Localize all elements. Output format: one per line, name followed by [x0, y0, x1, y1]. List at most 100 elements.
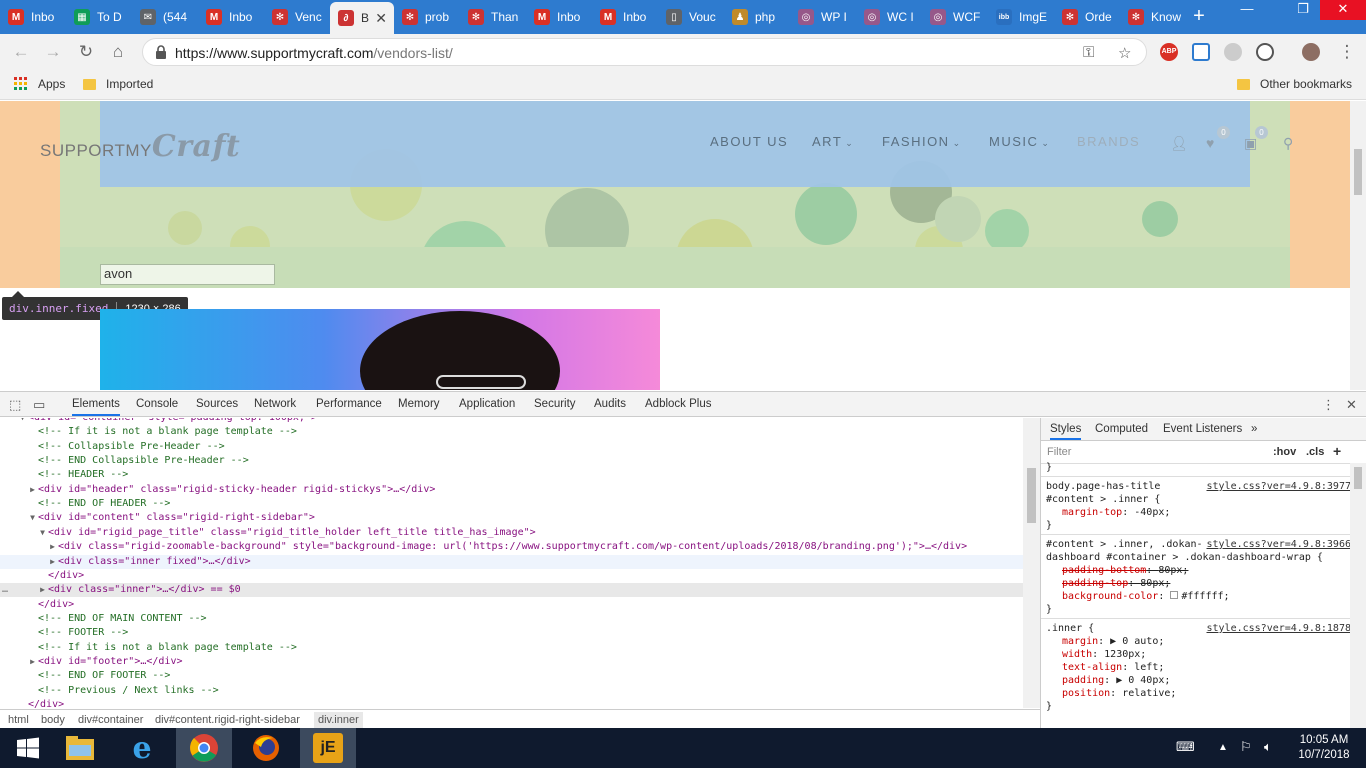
browser-tab[interactable]: ◎ WC I	[856, 3, 922, 31]
vendor-image[interactable]	[100, 309, 660, 390]
cls-toggle[interactable]: .cls	[1306, 446, 1324, 458]
wishlist-icon[interactable]: ♥	[1206, 135, 1214, 151]
devtools-tab-network[interactable]: Network	[254, 398, 296, 410]
browser-tab[interactable]: ✻ Orde	[1054, 3, 1120, 31]
tray-overflow-icon[interactable]: ▲	[1218, 742, 1228, 753]
css-property[interactable]: width: 1230px;	[1046, 648, 1351, 661]
devtools-close-icon[interactable]: ✕	[1346, 397, 1357, 413]
css-property[interactable]: padding-top: 80px;	[1046, 577, 1351, 590]
elements-scrollbar[interactable]	[1023, 418, 1040, 708]
browser-tab[interactable]: ♟ php	[724, 3, 790, 31]
rule-selector[interactable]: .inner {style.css?ver=4.9.8:1878	[1046, 622, 1351, 635]
address-bar[interactable]: https://www.supportmycraft.com/vendors-l…	[142, 38, 1147, 66]
breadcrumb-item[interactable]: html	[8, 714, 29, 726]
reload-button[interactable]: ↻	[75, 41, 97, 63]
tab-close-icon[interactable]: ✕	[375, 10, 387, 27]
bookmark-imported[interactable]: Imported	[83, 77, 153, 91]
browser-tab[interactable]: ✻ Know	[1120, 3, 1184, 31]
start-button[interactable]	[0, 728, 56, 768]
cart-icon[interactable]: ▣	[1244, 135, 1257, 152]
system-clock[interactable]: 10:05 AM 10/7/2018	[1288, 733, 1360, 763]
jedit-icon[interactable]: jE	[300, 728, 356, 768]
styles-tab-computed[interactable]: Computed	[1095, 423, 1148, 435]
devtools-tab-adblock-plus[interactable]: Adblock Plus	[645, 398, 711, 410]
css-property[interactable]: padding: ▶ 0 40px;	[1046, 674, 1351, 687]
file-explorer-icon[interactable]	[52, 728, 108, 768]
dom-node-line[interactable]: ▶ <div id="header" class="rigid-sticky-he…	[0, 483, 1023, 497]
browser-tab[interactable]: ▦ To D	[66, 3, 132, 31]
dom-node-line[interactable]: <!-- END OF HEADER -->	[0, 497, 1023, 511]
nav-item-music[interactable]: MUSIC ⌄	[989, 134, 1050, 149]
dom-node-line[interactable]: ▶ <div id="footer">…</div>	[0, 655, 1023, 669]
browser-tab[interactable]: ✻ Than	[460, 3, 526, 31]
devtools-tab-audits[interactable]: Audits	[594, 398, 626, 410]
chrome-icon[interactable]	[176, 728, 232, 768]
rule-selector[interactable]: #content > .inner {	[1046, 493, 1351, 506]
volume-icon[interactable]: 🔈︎	[1264, 739, 1272, 755]
rule-source-link[interactable]: style.css?ver=4.9.8:3966	[1207, 538, 1352, 551]
dom-node-line[interactable]: </div>	[0, 569, 1023, 583]
styles-scrollbar[interactable]	[1350, 463, 1366, 728]
styles-tab-styles[interactable]: Styles	[1050, 423, 1082, 440]
dom-node-line[interactable]: <!-- If it is not a blank page template …	[0, 641, 1023, 655]
inspect-element-icon[interactable]: ⬚	[9, 397, 21, 413]
color-swatch[interactable]	[1170, 591, 1179, 599]
dom-node-line[interactable]: ▼ <div id="content" class="rigid-right-si…	[0, 511, 1023, 525]
rule-source-link[interactable]: style.css?ver=4.9.8:3977	[1207, 480, 1352, 493]
dom-node-line[interactable]: ▼<div id="container" style="padding-top:…	[0, 418, 1023, 425]
window-close-button[interactable]: ✕	[1320, 0, 1366, 20]
internet-explorer-icon[interactable]: e	[114, 728, 170, 768]
breadcrumb-item[interactable]: div.inner	[314, 712, 363, 728]
css-property[interactable]: margin: ▶ 0 auto;	[1046, 635, 1351, 648]
browser-tab[interactable]: M Inbo	[0, 3, 66, 31]
browser-tab[interactable]: M Inbo	[526, 3, 592, 31]
browser-tab[interactable]: M Inbo	[198, 3, 264, 31]
home-button[interactable]: ⌂	[107, 41, 129, 63]
browser-tab[interactable]: ∂ B ✕	[330, 2, 394, 34]
browser-tab[interactable]: ✉ (544	[132, 3, 198, 31]
nav-item-brands[interactable]: BRANDS	[1077, 134, 1140, 149]
bookmark-apps[interactable]: Apps	[14, 77, 65, 91]
avatar[interactable]	[1302, 43, 1320, 61]
devtools-tab-console[interactable]: Console	[136, 398, 178, 410]
devtools-tab-sources[interactable]: Sources	[196, 398, 238, 410]
browser-tab[interactable]: M Inbo	[592, 3, 658, 31]
device-toolbar-icon[interactable]: ▭	[33, 397, 45, 413]
dom-node-line[interactable]: ▶ <div class="rigid-zoomable-background" …	[0, 540, 1023, 554]
bookmark-star-icon[interactable]: ☆	[1118, 44, 1131, 62]
new-tab-button[interactable]: +	[1188, 6, 1210, 28]
breadcrumb-item[interactable]: div#content.rigid-right-sidebar	[155, 714, 300, 726]
expand-arrow-icon[interactable]: ▼	[0, 526, 48, 540]
search-icon[interactable]: ⚲	[1283, 135, 1293, 152]
url-text[interactable]: https://www.supportmycraft.com/vendors-l…	[175, 45, 453, 61]
css-property[interactable]: background-color: #ffffff;	[1046, 590, 1351, 603]
devtools-tab-application[interactable]: Application	[459, 398, 515, 410]
dom-node-line[interactable]: </div>	[0, 698, 1023, 708]
nav-item-fashion[interactable]: FASHION ⌄	[882, 134, 962, 149]
keyboard-icon[interactable]: ⌨	[1176, 739, 1195, 755]
dom-node-line[interactable]: <!-- Previous / Next links -->	[0, 684, 1023, 698]
expand-arrow-icon[interactable]: ▼	[0, 511, 38, 525]
styles-filter-input[interactable]: Filter	[1047, 446, 1071, 458]
expand-arrow-icon[interactable]: ▶	[0, 540, 58, 554]
nav-item-art[interactable]: ART ⌄	[812, 134, 854, 149]
expand-arrow-icon[interactable]: ▶	[0, 483, 38, 497]
dom-node-line[interactable]: <!-- If it is not a blank page template …	[0, 425, 1023, 439]
page-scrollbar[interactable]	[1350, 101, 1366, 390]
screenshot-extension-icon[interactable]	[1192, 43, 1210, 61]
node-actions-icon[interactable]: …	[2, 583, 8, 597]
browser-tab[interactable]: ◎ WCF	[922, 3, 988, 31]
dom-node-line[interactable]: <!-- END OF MAIN CONTENT -->	[0, 612, 1023, 626]
lock-icon[interactable]	[155, 45, 167, 59]
devtools-tab-performance[interactable]: Performance	[316, 398, 382, 410]
key-icon[interactable]: ⚿	[1083, 44, 1094, 61]
browser-tab[interactable]: ▯ Vouc	[658, 3, 724, 31]
browser-tab[interactable]: ibb ImgE	[988, 3, 1054, 31]
browser-tab[interactable]: ✻ prob	[394, 3, 460, 31]
new-rule-button[interactable]: +	[1333, 443, 1341, 459]
breadcrumb-item[interactable]: div#container	[78, 714, 143, 726]
restore-button[interactable]: ❐	[1288, 0, 1318, 20]
bookmark-other[interactable]: Other bookmarks	[1237, 77, 1352, 91]
dom-node-line[interactable]: <!-- Collapsible Pre-Header -->	[0, 440, 1023, 454]
dom-node-line[interactable]: ▶ <div class="inner fixed">…</div>	[0, 554, 1023, 569]
